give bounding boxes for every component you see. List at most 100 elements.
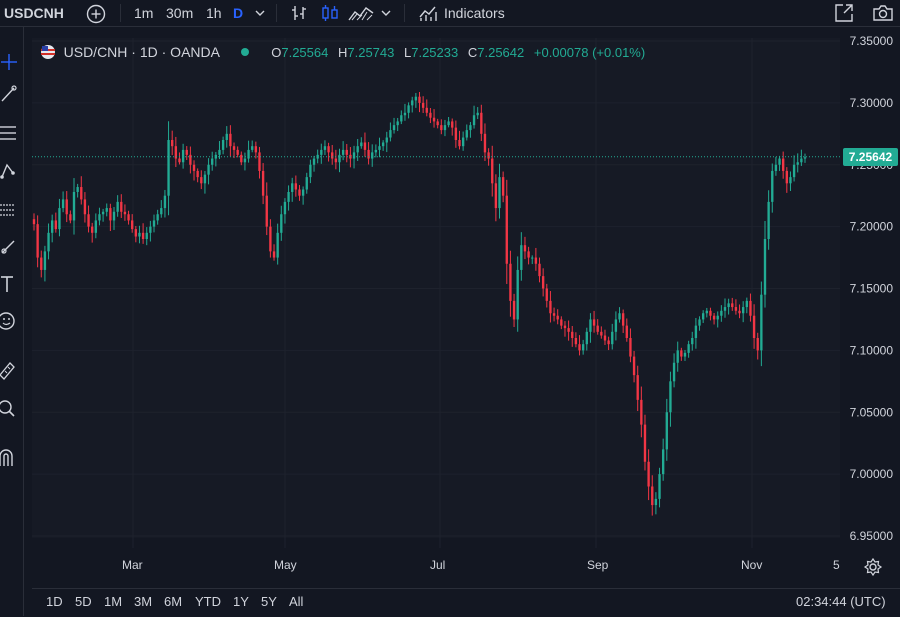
- close-label: C: [467, 45, 478, 60]
- candle-body: [378, 146, 381, 150]
- price-axis: 7.350007.300007.250007.200007.150007.100…: [850, 34, 894, 543]
- candle-body: [440, 125, 443, 131]
- candle-body: [356, 146, 359, 153]
- candle-body: [236, 149, 239, 155]
- time-axis[interactable]: Mar May Jul Sep Nov 5: [32, 548, 840, 588]
- candle-body: [451, 121, 454, 128]
- range-1m[interactable]: 1M: [104, 594, 122, 609]
- candle-body: [665, 412, 668, 450]
- range-3m[interactable]: 3M: [134, 594, 152, 609]
- utc-clock[interactable]: 02:34:44 (UTC): [796, 594, 886, 609]
- candle-body: [116, 201, 119, 212]
- candle-body: [731, 303, 734, 308]
- candle-body: [251, 146, 254, 150]
- candle-body: [443, 125, 447, 131]
- range-6m[interactable]: 6M: [164, 594, 182, 609]
- candle-body: [312, 158, 316, 165]
- range-1d[interactable]: 1D: [46, 594, 63, 609]
- candle-body: [534, 257, 538, 264]
- x-tick: Jul: [430, 558, 446, 572]
- candle-body: [625, 325, 628, 338]
- candle-body: [40, 257, 43, 270]
- candle-body: [785, 170, 788, 184]
- price-chart[interactable]: 7.350007.300007.250007.200007.150007.100…: [0, 0, 900, 616]
- candle-body: [360, 142, 363, 147]
- candle-body: [774, 164, 778, 171]
- candle-body: [320, 149, 323, 155]
- candle-body: [658, 474, 661, 499]
- range-ytd[interactable]: YTD: [195, 594, 221, 609]
- range-5y[interactable]: 5Y: [261, 594, 277, 609]
- legend-title[interactable]: USD/CNH · 1D · OANDA: [64, 44, 220, 60]
- candle-body: [549, 300, 552, 314]
- candle-body: [207, 164, 210, 175]
- candle-body: [109, 208, 112, 221]
- candle-body: [51, 220, 54, 233]
- candle-body: [792, 164, 796, 178]
- grid-lines: [32, 38, 840, 548]
- candle-body: [571, 331, 574, 338]
- candle-body: [43, 251, 47, 270]
- candle-body: [563, 325, 567, 329]
- candle-body: [331, 152, 334, 159]
- candle-body: [381, 142, 385, 147]
- candle-body: [65, 199, 68, 215]
- candle-body: [229, 133, 232, 147]
- candle-body: [243, 158, 247, 163]
- candle-body: [272, 251, 276, 258]
- candle-body: [574, 338, 578, 345]
- candle-body: [701, 313, 705, 320]
- candle-body: [400, 115, 403, 122]
- candle-body: [607, 340, 610, 345]
- candle-body: [287, 191, 290, 202]
- candle-body: [72, 191, 76, 221]
- candle-body: [760, 294, 763, 351]
- candle-body: [32, 219, 36, 225]
- high-label: H: [337, 45, 348, 60]
- range-5d[interactable]: 5D: [75, 594, 92, 609]
- y-tick-label: 7.15000: [850, 282, 894, 296]
- us-flag-icon: [41, 45, 55, 59]
- candle-body: [734, 307, 738, 311]
- candle-body: [585, 331, 588, 345]
- candle-body: [156, 214, 159, 221]
- range-1y[interactable]: 1Y: [233, 594, 249, 609]
- candle-body: [69, 214, 72, 221]
- candle-body: [498, 177, 501, 209]
- candle-body: [581, 344, 585, 351]
- candle-body: [178, 158, 181, 163]
- candle-body: [469, 125, 472, 131]
- candle-body: [589, 319, 592, 332]
- candle-body: [432, 117, 436, 122]
- candle-body: [363, 142, 367, 150]
- x-tick: Nov: [741, 558, 763, 572]
- candle-body: [756, 338, 759, 351]
- candle-body: [614, 319, 618, 332]
- y-tick-label: 7.05000: [850, 405, 894, 419]
- candle-body: [196, 170, 199, 178]
- candle-body: [167, 140, 170, 196]
- candle-body: [763, 239, 767, 295]
- candle-body: [632, 356, 636, 376]
- candle-body: [738, 310, 741, 314]
- candle-body: [134, 229, 138, 237]
- y-tick-label: 7.35000: [850, 34, 894, 48]
- candle-body: [200, 177, 203, 184]
- candle-body: [152, 220, 156, 227]
- candle-body: [163, 195, 167, 209]
- settings-gear-icon[interactable]: [863, 557, 883, 577]
- candle-body: [269, 226, 272, 252]
- candle-body: [600, 331, 603, 336]
- candle-body: [800, 158, 803, 163]
- candle-body: [145, 232, 148, 239]
- candle-body: [123, 211, 127, 215]
- candle-body: [691, 338, 694, 345]
- candle-body: [392, 125, 396, 131]
- candle-body: [436, 121, 439, 126]
- range-all[interactable]: All: [289, 594, 303, 609]
- candle-body: [58, 208, 61, 230]
- candle-body: [461, 137, 465, 147]
- candle-body: [254, 146, 258, 153]
- candle-body: [781, 158, 785, 171]
- candle-body: [276, 232, 279, 258]
